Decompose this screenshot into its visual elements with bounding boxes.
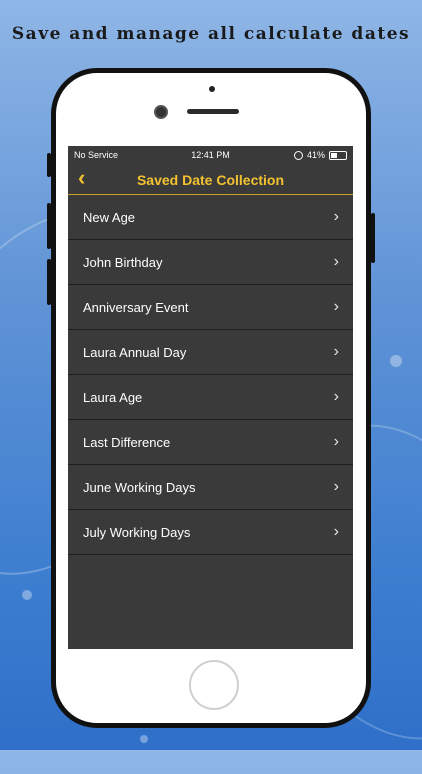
volume-up-button — [47, 203, 51, 249]
list-item-label: Laura Annual Day — [83, 344, 187, 360]
list-item[interactable]: July Working Days › — [68, 510, 353, 555]
power-button — [371, 213, 375, 263]
mute-switch — [47, 153, 51, 177]
app-screen: No Service 12:41 PM 41% ‹ Saved Date Col… — [68, 146, 353, 649]
list-item[interactable]: Laura Age › — [68, 375, 353, 420]
chevron-right-icon: › — [333, 433, 339, 450]
chevron-right-icon: › — [333, 253, 339, 270]
list-item-label: Last Difference — [83, 434, 171, 450]
navigation-bar: ‹ Saved Date Collection — [68, 164, 353, 195]
page-title: Saved Date Collection — [136, 172, 285, 188]
front-camera-icon — [154, 105, 168, 119]
list-item-label: June Working Days — [83, 479, 196, 495]
list-item-label: Anniversary Event — [83, 299, 189, 315]
list-item[interactable]: June Working Days › — [68, 465, 353, 510]
chevron-right-icon: › — [333, 478, 339, 495]
list-item-label: New Age — [83, 209, 136, 225]
promo-headline: Save and manage all calculate dates — [11, 24, 411, 44]
chevron-right-icon: › — [333, 298, 339, 315]
chevron-right-icon: › — [333, 523, 339, 540]
list-item[interactable]: John Birthday › — [68, 240, 353, 285]
volume-down-button — [47, 259, 51, 305]
proximity-sensor — [209, 86, 215, 92]
list-item-label: July Working Days — [83, 524, 191, 540]
background-dot — [140, 735, 148, 743]
background-dot — [390, 355, 402, 367]
chevron-right-icon: › — [333, 388, 339, 405]
earpiece-speaker — [187, 109, 239, 114]
chevron-right-icon: › — [333, 208, 339, 225]
saved-dates-list: New Age › John Birthday › Anniversary Ev… — [68, 195, 353, 555]
list-item-label: Laura Age — [83, 389, 143, 405]
list-item[interactable]: Laura Annual Day › — [68, 330, 353, 375]
background-dot — [22, 590, 32, 600]
list-item[interactable]: Last Difference › — [68, 420, 353, 465]
list-item[interactable]: Anniversary Event › — [68, 285, 353, 330]
battery-icon — [329, 150, 347, 160]
list-item-label: John Birthday — [83, 254, 163, 270]
chevron-right-icon: › — [333, 343, 339, 360]
status-right: 41% — [293, 150, 347, 160]
status-bar: No Service 12:41 PM 41% — [68, 146, 353, 164]
battery-percent: 41% — [306, 150, 325, 160]
list-item[interactable]: New Age › — [68, 195, 353, 240]
home-button[interactable] — [189, 660, 239, 710]
orientation-lock-icon — [293, 150, 303, 160]
